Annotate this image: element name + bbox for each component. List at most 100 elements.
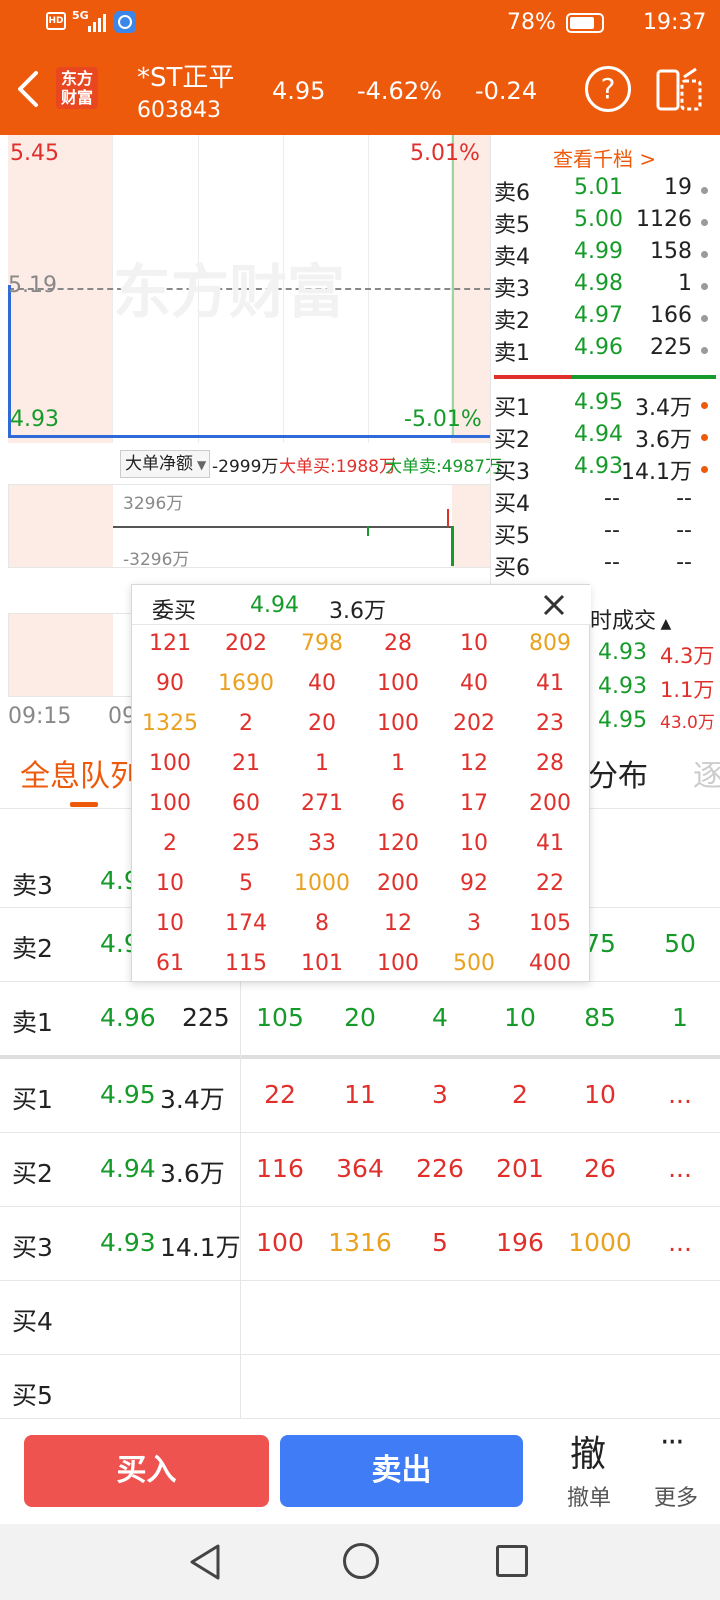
popup-order-cell: 61 <box>156 951 184 976</box>
order-book-row[interactable]: 买2 4.94 3.6万 <box>494 422 714 454</box>
popup-order-cell: 121 <box>149 631 191 656</box>
popup-order-cell: 5 <box>239 871 253 896</box>
table-column-divider <box>240 982 241 1418</box>
order-dot-icon <box>701 315 708 322</box>
split-screen-icon[interactable] <box>656 67 702 113</box>
order-book-volume: 166 <box>650 303 692 328</box>
tab-distribution[interactable]: 分布 <box>588 751 648 795</box>
queue-row-label: 买1 <box>12 1085 53 1114</box>
tick-price: 4.93 <box>598 674 647 699</box>
y-axis-low: 4.93 <box>10 407 59 432</box>
order-book-row[interactable]: 买5 -- -- <box>494 518 714 550</box>
order-book-row[interactable]: 买1 4.95 3.4万 <box>494 390 714 422</box>
more-icon[interactable]: ··· <box>660 1425 685 1460</box>
queue-more-icon[interactable]: ... <box>640 1154 720 1183</box>
order-book-price: 4.93 <box>574 454 623 479</box>
queue-order-cell: 10 <box>504 1003 536 1032</box>
sell-button[interactable]: 卖出 <box>280 1435 523 1507</box>
order-book-row[interactable]: 买3 4.93 14.1万 <box>494 454 714 486</box>
queue-row[interactable]: 买1 4.95 3.4万 22 11 3 2 10... <box>0 1059 720 1133</box>
queue-row-volume: 3.6万 <box>160 1159 225 1188</box>
popup-order-cell: 20 <box>308 711 336 736</box>
order-dot-icon <box>701 283 708 290</box>
nav-home-icon[interactable] <box>343 1543 379 1579</box>
order-book-row[interactable]: 卖4 4.99 158 <box>494 239 714 271</box>
popup-order-cell: 10 <box>460 831 488 856</box>
queue-order-cell: 364 <box>336 1154 384 1183</box>
stock-name: *ST正平 <box>137 63 235 93</box>
help-icon[interactable]: ? <box>585 66 631 112</box>
popup-order-cell: 60 <box>232 791 260 816</box>
ticks-title[interactable]: 时成交 ▲ <box>590 603 671 635</box>
order-book-row[interactable]: 卖5 5.00 1126 <box>494 207 714 239</box>
order-book-label: 卖5 <box>494 213 530 238</box>
order-book-row[interactable]: 卖3 4.98 1 <box>494 271 714 303</box>
order-dot-icon <box>701 402 708 409</box>
popup-order-cell: 28 <box>384 631 412 656</box>
queue-order-cell: 226 <box>416 1154 464 1183</box>
order-book-label: 买2 <box>494 428 530 453</box>
popup-order-cell: 101 <box>301 951 343 976</box>
order-book-row[interactable]: 买4 -- -- <box>494 486 714 518</box>
popup-order-cell: 2 <box>239 711 253 736</box>
cancel-order-label[interactable]: 撤单 <box>567 1480 611 1512</box>
tab-tick-by-tick[interactable]: 逐 <box>693 751 720 795</box>
popup-order-cell: 100 <box>377 671 419 696</box>
order-book-label: 买3 <box>494 460 530 485</box>
queue-row[interactable]: 买3 4.93 14.1万 100 1316 5 196 1000... <box>0 1207 720 1281</box>
popup-order-cell: 1325 <box>142 711 198 736</box>
popup-order-cell: 21 <box>232 751 260 776</box>
order-dot-icon <box>701 434 708 441</box>
queue-row-label: 卖3 <box>12 871 53 900</box>
popup-order-cell: 500 <box>453 951 495 976</box>
queue-more-icon[interactable]: ... <box>640 1080 720 1109</box>
queue-more-icon[interactable]: ... <box>640 1228 720 1257</box>
order-book-label: 卖3 <box>494 277 530 302</box>
app-logo: 东方 财富 <box>56 67 98 109</box>
back-arrow-icon[interactable] <box>14 69 44 109</box>
view-full-depth-link[interactable]: 查看千档 > <box>553 143 656 172</box>
order-book-volume: -- <box>676 550 692 575</box>
popup-order-cell: 6 <box>391 791 405 816</box>
queue-row-volume: 225 <box>182 1003 230 1032</box>
stock-header: 东方 财富 *ST正平 603843 4.95 -4.62% -0.24 ? <box>0 45 720 135</box>
order-book-volume: 3.4万 <box>635 396 692 421</box>
nav-recents-icon[interactable] <box>496 1545 528 1577</box>
order-book-volume: 14.1万 <box>621 460 692 485</box>
nav-back-icon[interactable] <box>188 1543 222 1581</box>
more-label[interactable]: 更多 <box>654 1480 698 1512</box>
queue-order-cell: 5 <box>432 1228 448 1257</box>
queue-row[interactable]: 买2 4.94 3.6万 116 364 226 201 26... <box>0 1133 720 1207</box>
order-book-volume: 1 <box>678 271 692 296</box>
queue-row[interactable]: 卖1 4.96 225 105 20 4 10 85 1 <box>0 982 720 1056</box>
order-book-row[interactable]: 卖1 4.96 225 <box>494 335 714 367</box>
queue-detail-popup[interactable]: 委买 4.94 3.6万 121 202 798 28 10 809 90 1690 40 100… <box>131 584 591 982</box>
popup-order-cell: 92 <box>460 871 488 896</box>
popup-order-cell: 174 <box>225 911 267 936</box>
clock: 19:37 <box>643 10 707 35</box>
popup-order-cell: 202 <box>225 631 267 656</box>
queue-row[interactable]: 买4 <box>0 1281 720 1355</box>
order-book-row[interactable]: 买6 -- -- <box>494 550 714 582</box>
popup-order-cell: 40 <box>308 671 336 696</box>
popup-order-cell: 1000 <box>294 871 350 896</box>
order-book-row[interactable]: 卖6 5.01 19 <box>494 175 714 207</box>
indicator-chart[interactable]: 3296万 -3296万 <box>8 484 490 570</box>
popup-order-cell: 10 <box>460 631 488 656</box>
queue-order-cell: 10 <box>584 1080 616 1109</box>
intraday-chart[interactable]: 东方财富 5.45 5.19 4.93 5.01% -5.01% <box>8 135 490 443</box>
order-book-label: 卖2 <box>494 309 530 334</box>
indicator-selector[interactable]: 大单净额 ▼ <box>120 450 210 478</box>
tab-full-queue[interactable]: 全息队列 <box>20 751 140 795</box>
buy-button[interactable]: 买入 <box>24 1435 269 1507</box>
order-book-row[interactable]: 卖2 4.97 166 <box>494 303 714 335</box>
cancel-order-icon[interactable]: 撤 <box>570 1425 606 1477</box>
queue-row-volume: 3.4万 <box>160 1085 225 1114</box>
watermark: 东方财富 <box>113 258 346 326</box>
popup-order-cell: 100 <box>149 791 191 816</box>
close-icon[interactable] <box>542 593 566 617</box>
queue-order-cell: 201 <box>496 1154 544 1183</box>
popup-order-cell: 2 <box>163 831 177 856</box>
indicator-top-label: 3296万 <box>123 494 184 514</box>
popup-order-cell: 12 <box>460 751 488 776</box>
